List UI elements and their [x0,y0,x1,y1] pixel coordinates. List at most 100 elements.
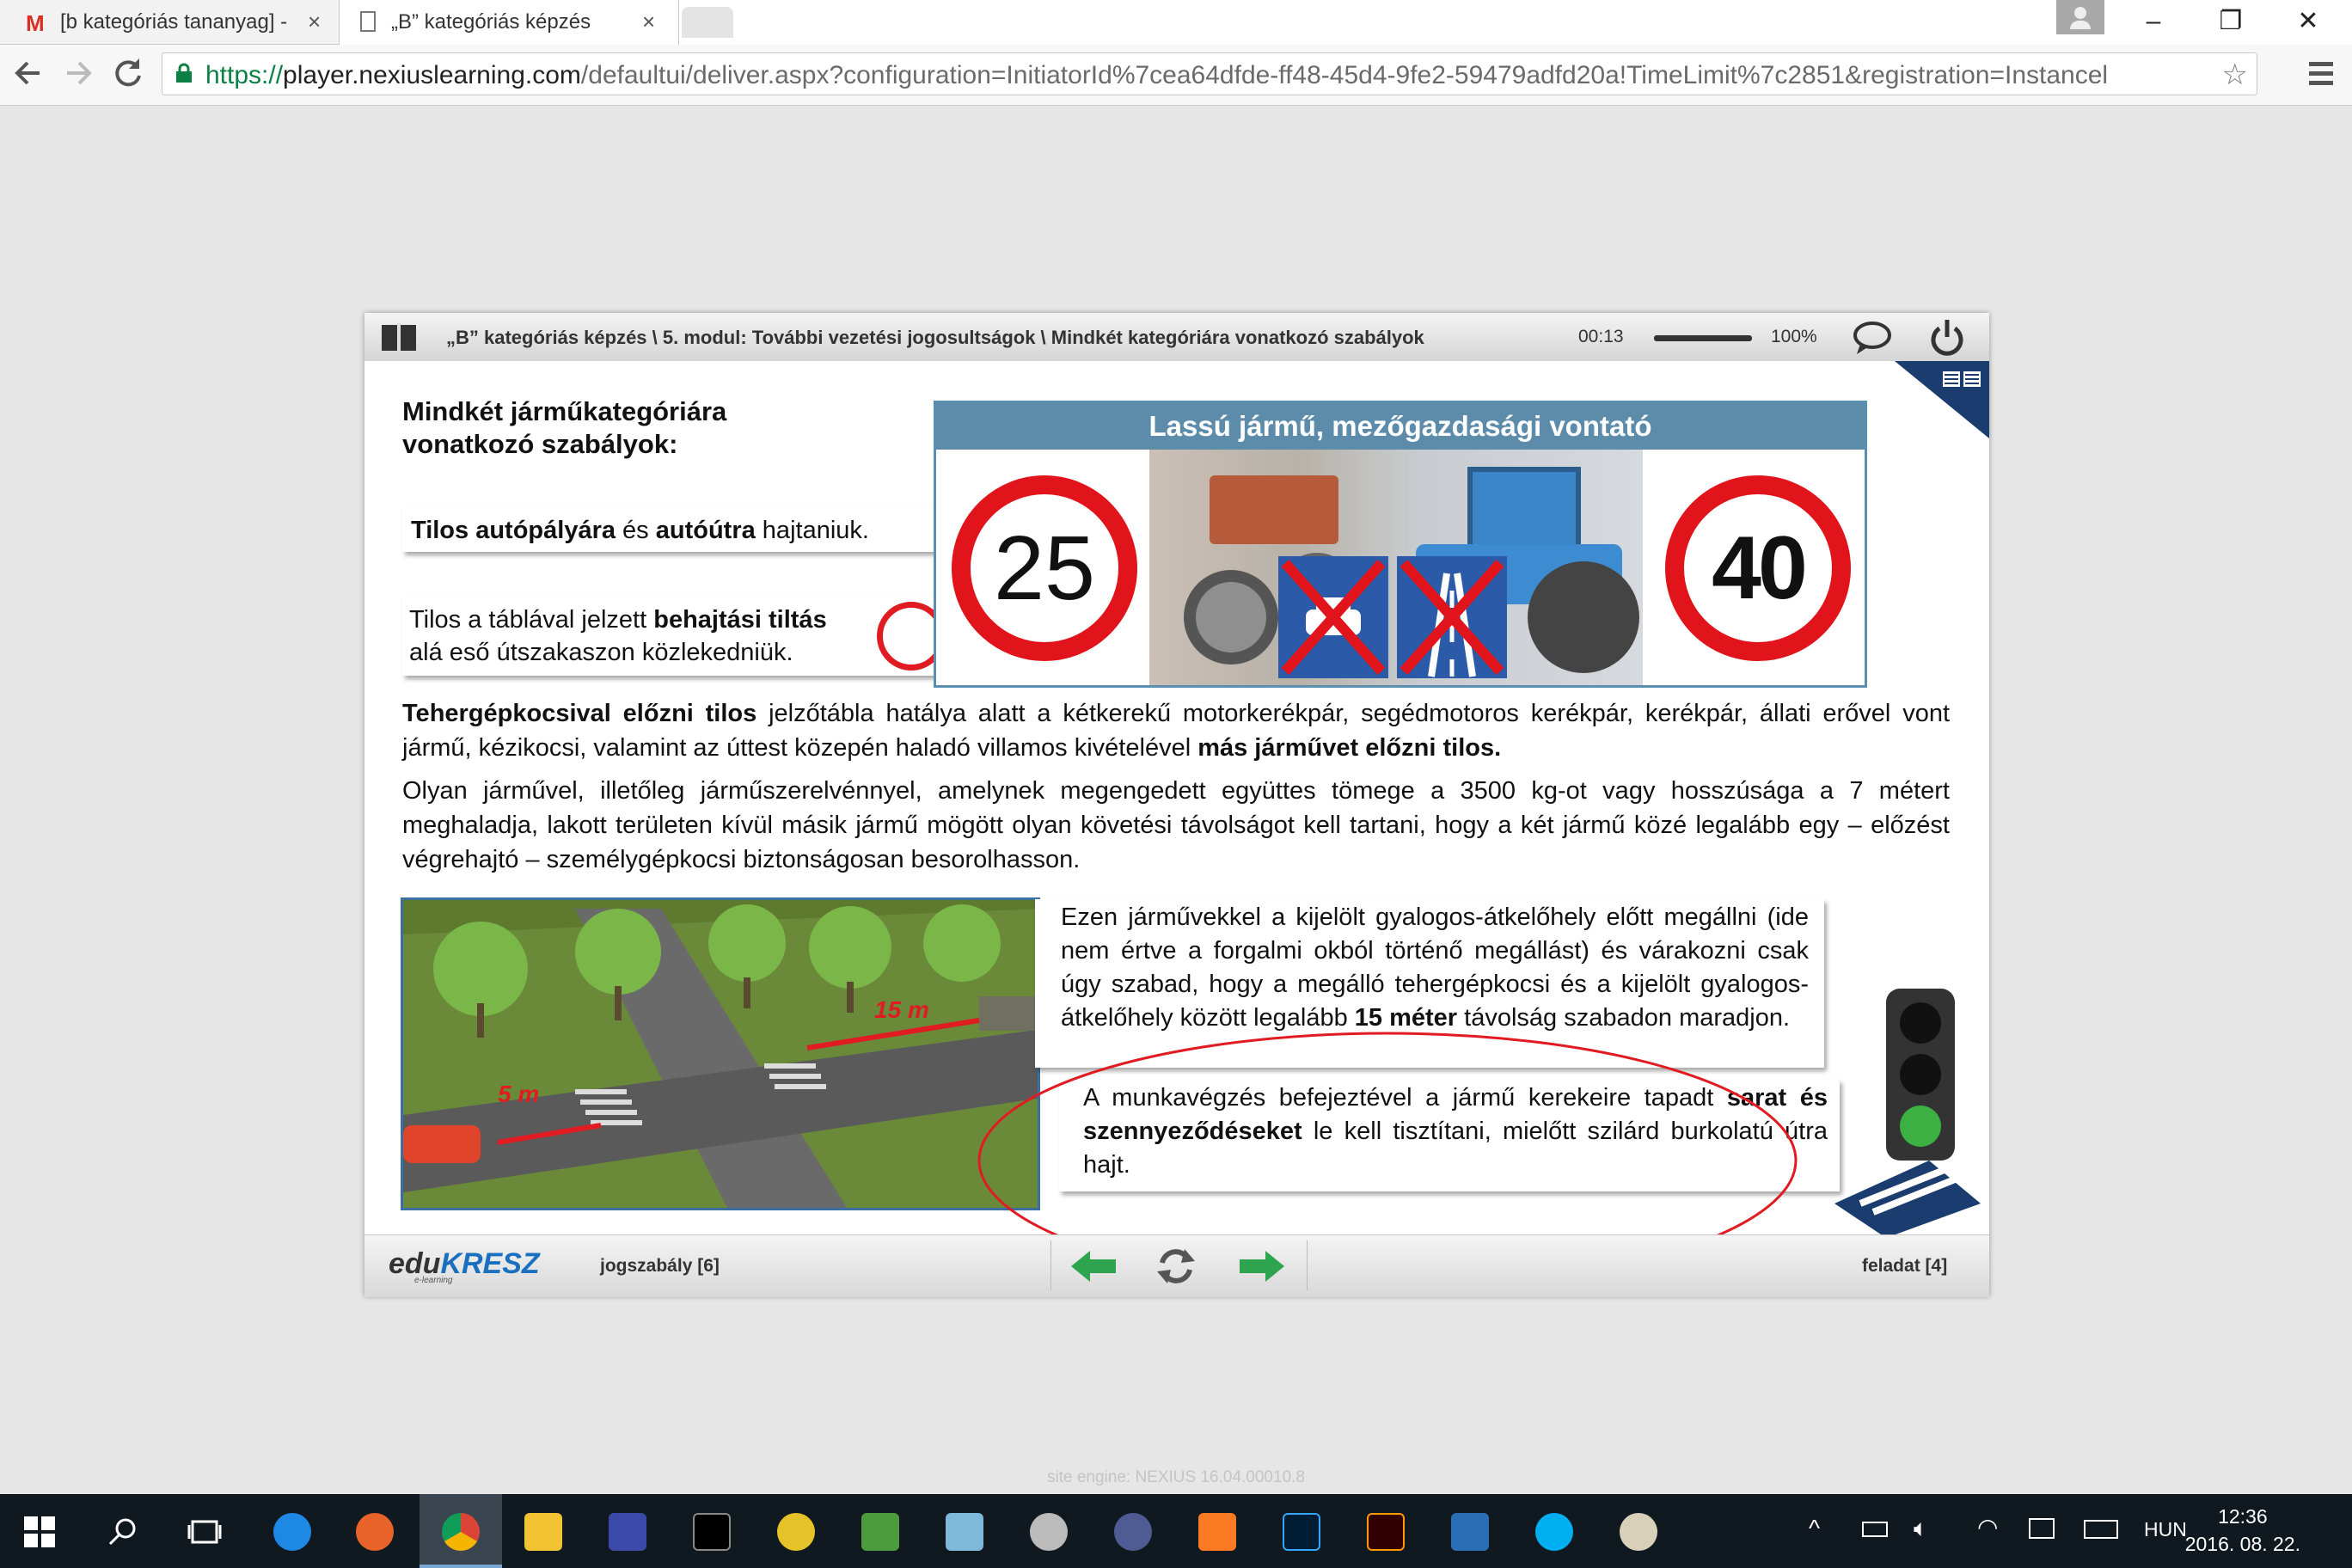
system-clock[interactable]: 12:36 2016. 08. 22. [2185,1503,2300,1558]
chat-icon[interactable] [1852,320,1893,356]
para-bold: Tehergépkocsival előzni tilos [402,700,757,727]
wifi-icon[interactable]: ◠ [1977,1513,1998,1541]
nav-divider [1050,1240,1051,1290]
new-tab-button[interactable] [682,7,733,38]
forward-button[interactable] [57,52,100,95]
player-footer: eduKRESZ e-learning jogszabály [6] felad… [364,1234,1989,1297]
tab-title: „B” kategóriás képzés [391,10,591,34]
note-entry-ban: Tilos a táblával jelzett behajtási tiltá… [402,597,952,676]
image-viewer-taskbar-icon[interactable] [839,1494,922,1568]
feladat-link[interactable]: feladat [4] [1862,1256,1947,1277]
volume-percent: 100% [1771,327,1817,346]
previous-arrow-icon[interactable] [1071,1251,1118,1282]
note-bold: behajtási tiltás [653,606,827,634]
highlight-ellipse [977,1032,1798,1234]
note-text: hajtaniuk. [755,517,869,544]
browser-tab-bar: M [b kategóriás tananyag] - × „B” kategó… [0,0,2352,45]
note-bold: autóútra [655,517,756,544]
skype-taskbar-icon[interactable] [1513,1494,1596,1568]
sign-number: 25 [994,518,1095,619]
next-arrow-icon[interactable] [1238,1251,1284,1282]
save-app-taskbar-icon[interactable] [586,1494,669,1568]
photoshop-taskbar-icon[interactable] [1260,1494,1343,1568]
address-bar[interactable]: https://player.nexiuslearning.com/defaul… [162,52,2257,95]
power-icon[interactable] [1927,318,1967,358]
volume-icon[interactable]: 🔈︎ [1914,1515,1928,1543]
windows-start-icon[interactable] [24,1516,55,1547]
note-text: és [616,517,656,544]
expressway-ban-sign-icon [1397,556,1507,678]
profile-icon[interactable] [2056,0,2104,34]
nav-divider [1307,1240,1308,1290]
file-explorer-taskbar-icon[interactable] [502,1494,585,1568]
volume-slider[interactable] [1654,335,1752,341]
distance-label-15m: 15 m [874,996,929,1023]
breadcrumb: „B” kategóriás képzés \ 5. modul: Tovább… [446,327,1424,348]
site-engine-version: site engine: NEXIUS 16.04.00010.8 [1047,1468,1305,1486]
gmail-icon: M [26,10,45,36]
close-icon[interactable]: × [308,9,321,35]
edge-taskbar-icon[interactable] [251,1494,334,1568]
browser-toolbar: https://player.nexiuslearning.com/defaul… [0,45,2352,106]
paragraph-overtaking: Tehergépkocsival előzni tilos jelzőtábla… [402,696,1950,765]
windows-taskbar: ^ 🔈︎ ◠ HUN 12:36 2016. 08. 22. [0,1494,2352,1568]
chevron-up-icon[interactable]: ^ [1809,1515,1820,1542]
jogszabaly-link[interactable]: jogszabály [6] [600,1256,720,1277]
chrome-taskbar-icon[interactable] [420,1494,502,1568]
book-menu-icon[interactable] [380,322,418,352]
app-taskbar-icon[interactable] [755,1494,837,1568]
arrow-left-icon [15,61,40,85]
refresh-icon[interactable] [1155,1247,1197,1285]
note-text: Tilos a táblával jelzett [409,606,654,634]
restore-button[interactable]: ❐ [2192,0,2269,45]
logo-kresz: KRESZ [440,1247,540,1280]
lock-icon [176,63,192,83]
page-heading: Mindkét járműkategóriára vonatkozó szabá… [402,395,726,461]
illustrator-taskbar-icon[interactable] [1344,1494,1427,1568]
crosswalk-scene-image: 5 m 15 m [401,897,1040,1210]
close-window-button[interactable]: ✕ [2269,0,2347,45]
close-icon[interactable]: × [642,9,655,35]
battery-icon[interactable] [1862,1522,1888,1537]
clock-time: 12:36 [2218,1505,2268,1528]
app-taskbar-icon[interactable] [923,1494,1006,1568]
notification-icon[interactable] [2029,1518,2055,1539]
menu-icon[interactable] [2304,55,2338,93]
distance-label-5m: 5 m [498,1081,540,1107]
reload-button[interactable] [107,52,150,95]
learning-player: „B” kategóriás képzés \ 5. modul: Tovább… [364,313,1989,1297]
note-text: alá eső útszakaszon közlekedniük. [409,639,793,666]
visual-studio-taskbar-icon[interactable] [1429,1494,1511,1568]
keyboard-icon[interactable] [2084,1520,2118,1539]
paragraph-following-distance: Olyan járművel, illetőleg járműszerelvén… [402,777,1950,873]
task-view-icon[interactable] [187,1516,222,1547]
note-motorway: Tilos autópályára és autóútra hajtaniuk. [402,507,952,552]
terminal-taskbar-icon[interactable] [671,1494,753,1568]
bookmark-star-icon[interactable]: ☆ [2222,58,2248,92]
tab-title: [b kategóriás tananyag] - [60,10,288,34]
browser-tab-active[interactable]: „B” kategóriás képzés × [340,0,679,45]
note-bold: Tilos autópályára [411,517,616,544]
firefox-taskbar-icon[interactable] [334,1494,416,1568]
app-taskbar-icon[interactable] [1008,1494,1090,1568]
speed-limit-25-sign: 25 [952,475,1137,661]
php-taskbar-icon[interactable] [1092,1494,1174,1568]
language-indicator[interactable]: HUN [2144,1518,2187,1541]
motorway-ban-sign-icon [1278,556,1388,678]
clock-date: 2016. 08. 22. [2184,1533,2300,1555]
back-button[interactable] [7,52,50,95]
search-icon[interactable] [108,1516,139,1547]
sign-number: 40 [1712,518,1808,618]
slow-vehicle-panel: Lassú jármű, mezőgazdasági vontató 25 40 [934,401,1867,688]
page-icon [360,11,376,32]
url-path: /defaultui/deliver.aspx?configuration=In… [580,61,2109,89]
url-host: player.nexiuslearning.com [283,61,581,89]
minimize-button[interactable]: – [2115,0,2192,45]
browser-tab-gmail[interactable]: M [b kategóriás tananyag] - × [0,0,340,45]
xampp-taskbar-icon[interactable] [1176,1494,1259,1568]
car-icon [1281,560,1386,675]
corner-book-icon[interactable] [1895,361,1989,438]
paint-taskbar-icon[interactable] [1597,1494,1680,1568]
arrow-right-icon [67,61,92,85]
url-scheme: https:// [205,61,284,89]
